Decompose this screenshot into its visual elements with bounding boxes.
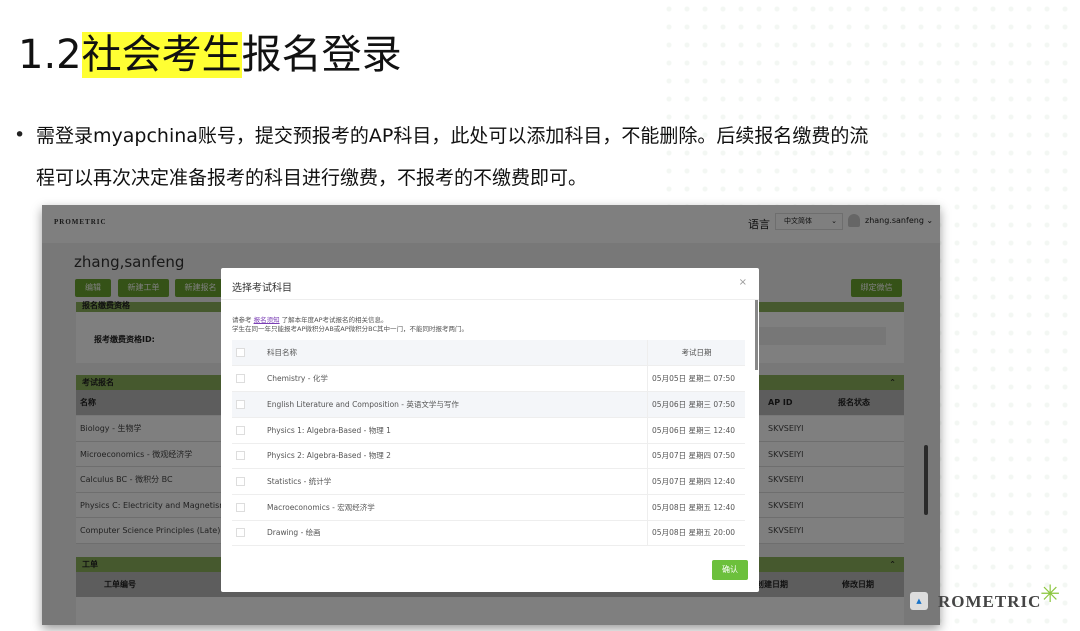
back-to-top-button[interactable]: ▲	[910, 592, 928, 610]
prometric-star-icon: ✳	[1040, 580, 1061, 608]
subject-row[interactable]: Macroeconomics - 宏观经济学 05月08日 星期五 12:40	[232, 495, 745, 521]
bullet-text: 程可以再次决定准备报考的科目进行缴费，不报考的不缴费即可。	[36, 167, 588, 189]
bullet-marker: •	[14, 124, 26, 146]
subject-row[interactable]: Drawing - 绘画 05月08日 星期五 20:00	[232, 520, 745, 546]
subject-row[interactable]: Chemistry - 化学 05月05日 星期二 07:50	[232, 366, 745, 392]
close-icon[interactable]: ×	[739, 277, 747, 288]
bullet-text: 需登录myapchina账号，提交预报考的AP科目，此处可以添加科目，不能删除。…	[36, 125, 869, 147]
checkbox[interactable]	[236, 451, 245, 460]
screenshot: PROMETRIC 语言 中文简体⌄ zhang.sanfeng ⌄ zhang…	[42, 205, 940, 625]
checkbox[interactable]	[236, 400, 245, 409]
modal-table-header: 科目名称 考试日期	[232, 340, 745, 366]
subject-row[interactable]: Physics 1: Algebra-Based - 物理 1 05月06日 星期…	[232, 418, 745, 444]
checkbox[interactable]	[236, 503, 245, 512]
checkbox[interactable]	[236, 528, 245, 537]
footer-logo: ROMETRIC	[938, 592, 1042, 611]
select-all-checkbox[interactable]	[236, 348, 245, 357]
select-subject-modal: 选择考试科目 × 请参考 报名须知 了解本年度AP考试报名的相关信息。 学生在同一…	[221, 268, 759, 592]
modal-title: 选择考试科目	[232, 283, 292, 294]
subject-row[interactable]: Statistics - 统计学 05月07日 星期四 12:40	[232, 469, 745, 495]
divider	[221, 299, 759, 300]
checkbox[interactable]	[236, 374, 245, 383]
subject-row[interactable]: Physics 2: Algebra-Based - 物理 2 05月07日 星期…	[232, 443, 745, 469]
subject-row[interactable]: English Literature and Composition - 英语文…	[232, 392, 745, 418]
modal-note: 请参考 报名须知 了解本年度AP考试报名的相关信息。 学生在同一年只能报考AP微积…	[232, 316, 469, 333]
modal-scrollbar[interactable]	[755, 300, 758, 370]
checkbox[interactable]	[236, 426, 245, 435]
checkbox[interactable]	[236, 477, 245, 486]
registration-notice-link[interactable]: 报名须知	[254, 316, 280, 324]
slide-title: 1.2社会考生报名登录	[18, 32, 402, 78]
confirm-button[interactable]: 确认	[712, 560, 748, 580]
